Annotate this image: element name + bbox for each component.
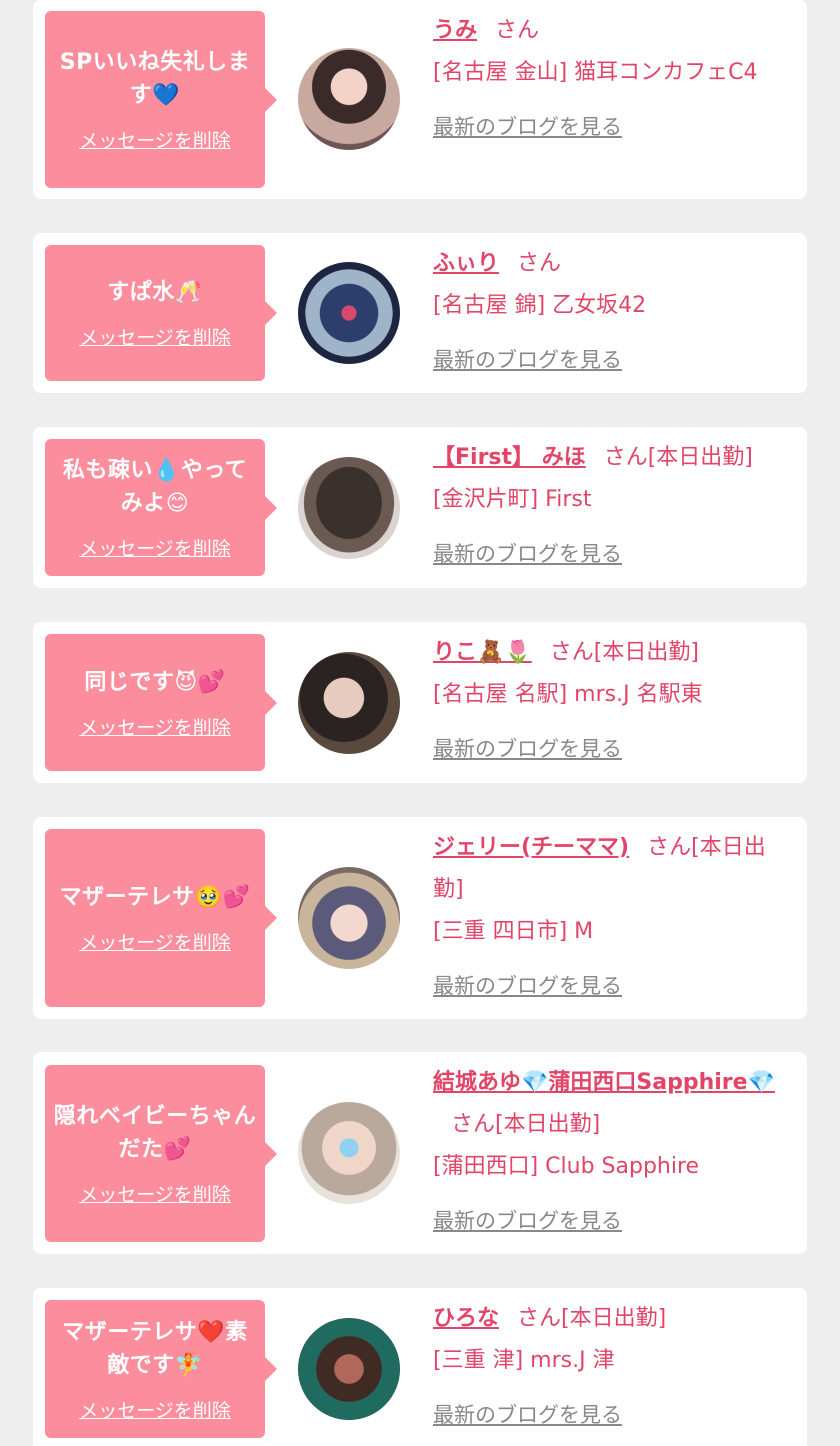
message-card: すぱ水🥂 メッセージを削除 ふぃり さん [名古屋 錦] 乙女坂42 最新のブログ…	[33, 233, 807, 393]
latest-blog-link[interactable]: 最新のブログを見る	[433, 965, 622, 1007]
sender-info: ジェリー(チーママ) さん[本日出勤] [三重 四日市] M 最新のブログを見る	[433, 827, 793, 1008]
shop-info: [名古屋 錦] 乙女坂42	[433, 293, 647, 318]
message-text: 隠れベイビーちゃんだた💕	[53, 1104, 257, 1162]
honorific: さん[本日出勤]	[603, 445, 753, 470]
avatar[interactable]	[298, 867, 400, 969]
message-text: SPいいね失礼します💙	[59, 50, 251, 108]
message-bubble: 同じです😈💕 メッセージを削除	[45, 634, 277, 771]
message-text: マザーテレサ🥹💕	[59, 885, 251, 910]
message-card: 私も疎い💧やってみよ😊 メッセージを削除 【First】 みほ さん[本日出勤] …	[33, 427, 807, 588]
honorific: さん[本日出勤]	[517, 1306, 667, 1331]
sender-info: 【First】 みほ さん[本日出勤] [金沢片町] First 最新のブログを見…	[433, 437, 793, 576]
message-bubble: すぱ水🥂 メッセージを削除	[45, 245, 277, 381]
delete-message-link[interactable]: メッセージを削除	[79, 126, 231, 153]
sender-name-link[interactable]: りこ🧸🌷	[433, 640, 532, 665]
latest-blog-link[interactable]: 最新のブログを見る	[433, 1394, 622, 1436]
shop-info: [蒲田西口] Club Sapphire	[433, 1154, 700, 1179]
sender-name-link[interactable]: ひろな	[433, 1306, 499, 1331]
sender-name-link[interactable]: ジェリー(チーママ)	[433, 835, 629, 860]
delete-message-link[interactable]: メッセージを削除	[79, 713, 231, 740]
shop-info: [名古屋 名駅] mrs.J 名駅東	[433, 682, 703, 707]
delete-message-link[interactable]: メッセージを削除	[79, 1396, 231, 1423]
message-bubble: 私も疎い💧やってみよ😊 メッセージを削除	[45, 439, 277, 576]
message-text: マザーテレサ❤️素敵です🧚	[62, 1319, 248, 1378]
honorific: さん	[517, 251, 562, 276]
sender-name-link[interactable]: うみ	[433, 18, 477, 43]
message-card: 同じです😈💕 メッセージを削除 りこ🧸🌷 さん[本日出勤] [名古屋 名駅] mr…	[33, 622, 807, 783]
shop-info: [金沢片町] First	[433, 487, 592, 512]
sender-info: うみ さん [名古屋 金山] 猫耳コンカフェC4 最新のブログを見る	[433, 10, 793, 149]
message-card: SPいいね失礼します💙 メッセージを削除 うみ さん [名古屋 金山] 猫耳コンカ…	[33, 0, 807, 199]
honorific: さん[本日出勤]	[451, 1112, 601, 1137]
message-card: 隠れベイビーちゃんだた💕 メッセージを削除 結城あゆ💎蒲田西口Sapphire💎…	[33, 1052, 807, 1254]
sender-info: ふぃり さん [名古屋 錦] 乙女坂42 最新のブログを見る	[433, 243, 793, 382]
latest-blog-link[interactable]: 最新のブログを見る	[433, 533, 622, 575]
sender-name-link[interactable]: ふぃり	[433, 251, 499, 276]
avatar[interactable]	[298, 48, 400, 150]
latest-blog-link[interactable]: 最新のブログを見る	[433, 1200, 622, 1242]
avatar[interactable]	[298, 262, 400, 364]
sender-info: 結城あゆ💎蒲田西口Sapphire💎 さん[本日出勤] [蒲田西口] Club S…	[433, 1062, 793, 1243]
latest-blog-link[interactable]: 最新のブログを見る	[433, 106, 622, 148]
sender-name-link[interactable]: 結城あゆ💎蒲田西口Sapphire💎	[433, 1070, 775, 1095]
message-text: 同じです😈💕	[84, 669, 226, 695]
message-card: マザーテレサ🥹💕 メッセージを削除 ジェリー(チーママ) さん[本日出勤] [三重…	[33, 817, 807, 1019]
delete-message-link[interactable]: メッセージを削除	[79, 534, 231, 561]
message-bubble: 隠れベイビーちゃんだた💕 メッセージを削除	[45, 1065, 277, 1242]
avatar[interactable]	[298, 1102, 400, 1204]
delete-message-link[interactable]: メッセージを削除	[79, 928, 231, 955]
sender-info: りこ🧸🌷 さん[本日出勤] [名古屋 名駅] mrs.J 名駅東 最新のブログを見…	[433, 632, 793, 771]
delete-message-link[interactable]: メッセージを削除	[79, 323, 231, 350]
avatar[interactable]	[298, 1318, 400, 1420]
message-text: すぱ水🥂	[107, 280, 203, 305]
message-card: マザーテレサ❤️素敵です🧚 メッセージを削除 ひろな さん[本日出勤] [三重 津…	[33, 1288, 807, 1446]
shop-info: [名古屋 金山] 猫耳コンカフェC4	[433, 60, 758, 85]
shop-info: [三重 津] mrs.J 津	[433, 1348, 615, 1373]
avatar[interactable]	[298, 652, 400, 754]
latest-blog-link[interactable]: 最新のブログを見る	[433, 339, 622, 381]
honorific: さん[本日出勤]	[549, 640, 699, 665]
message-bubble: SPいいね失礼します💙 メッセージを削除	[45, 11, 277, 188]
latest-blog-link[interactable]: 最新のブログを見る	[433, 728, 622, 770]
shop-info: [三重 四日市] M	[433, 919, 594, 944]
sender-info: ひろな さん[本日出勤] [三重 津] mrs.J 津 最新のブログを見る	[433, 1298, 793, 1437]
message-bubble: マザーテレサ🥹💕 メッセージを削除	[45, 829, 277, 1007]
avatar[interactable]	[298, 457, 400, 559]
delete-message-link[interactable]: メッセージを削除	[79, 1180, 231, 1207]
message-bubble: マザーテレサ❤️素敵です🧚 メッセージを削除	[45, 1300, 277, 1438]
honorific: さん	[495, 18, 540, 43]
sender-name-link[interactable]: 【First】 みほ	[433, 445, 586, 470]
message-text: 私も疎い💧やってみよ😊	[62, 458, 248, 516]
